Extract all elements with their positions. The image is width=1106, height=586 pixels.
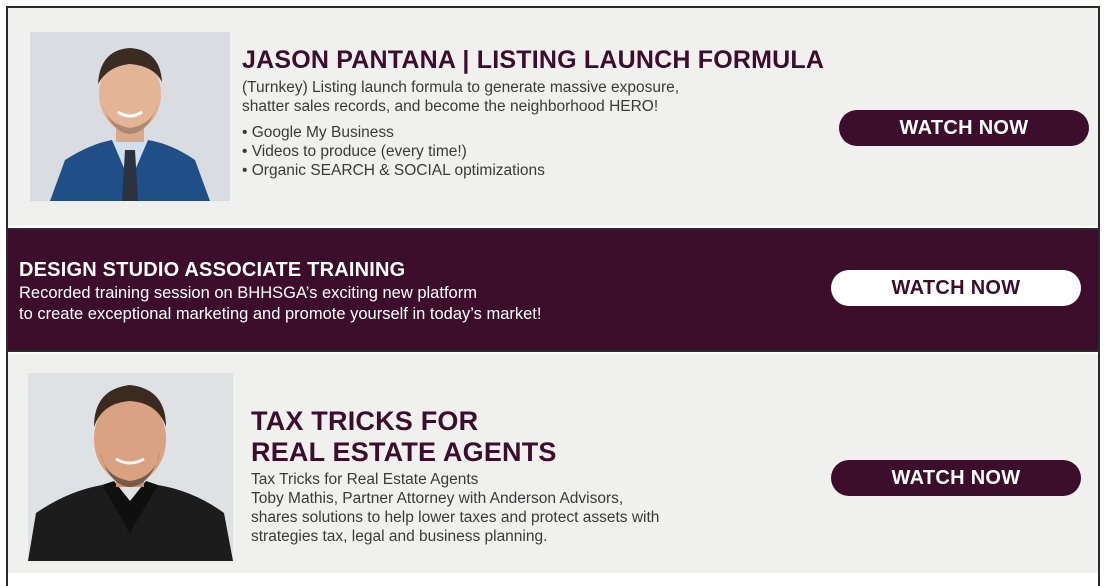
training-text: TAX TRICKS FOR REAL ESTATE AGENTS Tax Tr… [251, 406, 811, 546]
watch-now-button[interactable]: WATCH NOW [831, 460, 1081, 496]
bullet-item: Google My Business [242, 123, 842, 142]
description-line: Recorded training session on BHHSGA’s ex… [19, 284, 477, 302]
training-description: Recorded training session on BHHSGA’s ex… [19, 283, 799, 325]
description-line: to create exceptional marketing and prom… [19, 305, 542, 323]
training-card-tax-tricks: TAX TRICKS FOR REAL ESTATE AGENTS Tax Tr… [8, 354, 1098, 573]
description-line: shatter sales records, and become the ne… [242, 98, 659, 115]
watch-now-button[interactable]: WATCH NOW [839, 110, 1089, 146]
title-line: REAL ESTATE AGENTS [251, 437, 557, 467]
training-description: (Turnkey) Listing launch formula to gene… [242, 78, 842, 116]
watch-now-button[interactable]: WATCH NOW [831, 270, 1081, 306]
training-text: DESIGN STUDIO ASSOCIATE TRAINING Recorde… [19, 260, 799, 325]
description-line: (Turnkey) Listing launch formula to gene… [242, 79, 680, 96]
training-card-design-studio: DESIGN STUDIO ASSOCIATE TRAINING Recorde… [8, 228, 1098, 352]
bullet-item: Organic SEARCH & SOCIAL optimizations [242, 161, 842, 180]
bullet-item: Videos to produce (every time!) [242, 142, 842, 161]
description-line: strategies tax, legal and business plann… [251, 528, 548, 545]
training-title: DESIGN STUDIO ASSOCIATE TRAINING [19, 259, 406, 281]
title-line: TAX TRICKS FOR [251, 406, 479, 436]
training-title: TAX TRICKS FOR REAL ESTATE AGENTS [251, 406, 811, 468]
training-description: Tax Tricks for Real Estate Agents Toby M… [251, 470, 811, 546]
description-line: Tax Tricks for Real Estate Agents [251, 471, 479, 488]
training-text: JASON PANTANA | LISTING LAUNCH FORMULA (… [242, 48, 842, 180]
training-card-listing-launch: JASON PANTANA | LISTING LAUNCH FORMULA (… [8, 8, 1098, 226]
training-title: JASON PANTANA | LISTING LAUNCH FORMULA [242, 46, 825, 74]
presenter-photo [28, 373, 233, 561]
presenter-photo [30, 32, 230, 201]
bullet-list: Google My Business Videos to produce (ev… [242, 123, 842, 180]
description-line: Toby Mathis, Partner Attorney with Ander… [251, 490, 624, 507]
description-line: shares solutions to help lower taxes and… [251, 509, 660, 526]
